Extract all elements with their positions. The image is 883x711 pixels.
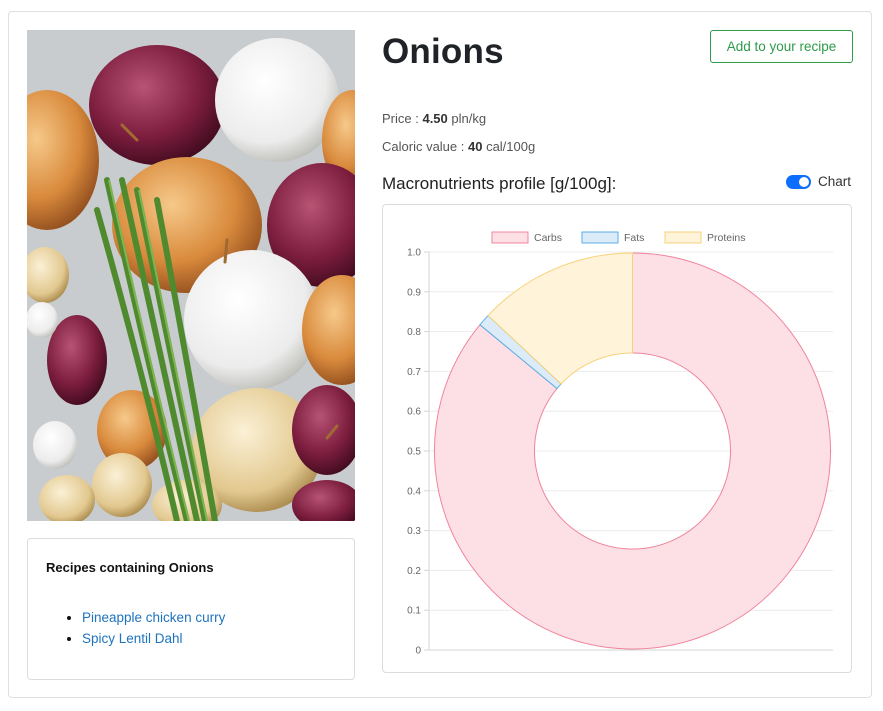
legend-label-carbs: Carbs (534, 232, 562, 244)
macronutrients-chart: 1.0 0.9 0.8 0.7 0.6 0.5 0.4 0.3 0.2 0.1 0 Carbs Fats… (382, 204, 852, 673)
y-tick-label: 0.8 (407, 327, 421, 338)
y-tick-label: 0.5 (407, 447, 421, 458)
recipes-list: Pineapple chicken curry Spicy Lentil Dah… (46, 607, 225, 649)
legend-label-fats: Fats (624, 232, 644, 244)
page-title: Onions (382, 32, 504, 71)
toggle-knob (799, 177, 809, 187)
caloric-value: 40 (467, 139, 483, 154)
caloric-info: Caloric value : 40 cal/100g (382, 139, 535, 154)
doughnut-chart: 1.0 0.9 0.8 0.7 0.6 0.5 0.4 0.3 0.2 0.1 0 Carbs Fats… (407, 231, 833, 657)
product-image (27, 30, 355, 521)
y-tick-label: 0.7 (407, 367, 421, 378)
recipe-link-pineapple-chicken-curry[interactable]: Pineapple chicken curry (82, 610, 225, 625)
y-tick-label: 0.6 (407, 407, 421, 418)
toggle-switch[interactable] (786, 175, 811, 189)
caloric-label: Caloric value : (382, 139, 468, 154)
caloric-unit: cal/100g (482, 139, 536, 154)
legend-swatch-fats (581, 231, 619, 244)
legend-swatch-proteins (664, 231, 702, 244)
legend-label-proteins: Proteins (707, 232, 746, 244)
chart-toggle-label: Chart (818, 174, 852, 189)
recipes-title: Recipes containing Onions (46, 560, 214, 575)
y-tick-label: 0.2 (407, 566, 421, 577)
recipe-link-spicy-lentil-dahl[interactable]: Spicy Lentil Dahl (82, 631, 183, 646)
y-tick-label: 1.0 (407, 248, 421, 259)
add-to-recipe-button[interactable]: Add to your recipe (710, 30, 853, 63)
recipes-card: Recipes containing Onions Pineapple chic… (27, 538, 355, 680)
y-tick-label: 0.4 (407, 486, 421, 497)
onions-photo (27, 30, 355, 521)
list-item: Pineapple chicken curry (82, 607, 225, 628)
macronutrients-title: Macronutrients profile [g/100g]: (382, 174, 617, 193)
price-value: 4.50 (422, 111, 448, 126)
price-info: Price : 4.50 pln/kg (382, 111, 486, 126)
y-tick-label: 0.9 (407, 287, 421, 298)
price-unit: pln/kg (447, 111, 487, 126)
price-label: Price : (382, 111, 423, 126)
y-tick-label: 0.3 (407, 526, 421, 537)
legend-swatch-carbs (491, 231, 529, 244)
y-tick-label: 0 (415, 646, 421, 657)
y-tick-label: 0.1 (407, 606, 421, 617)
list-item: Spicy Lentil Dahl (82, 628, 225, 649)
